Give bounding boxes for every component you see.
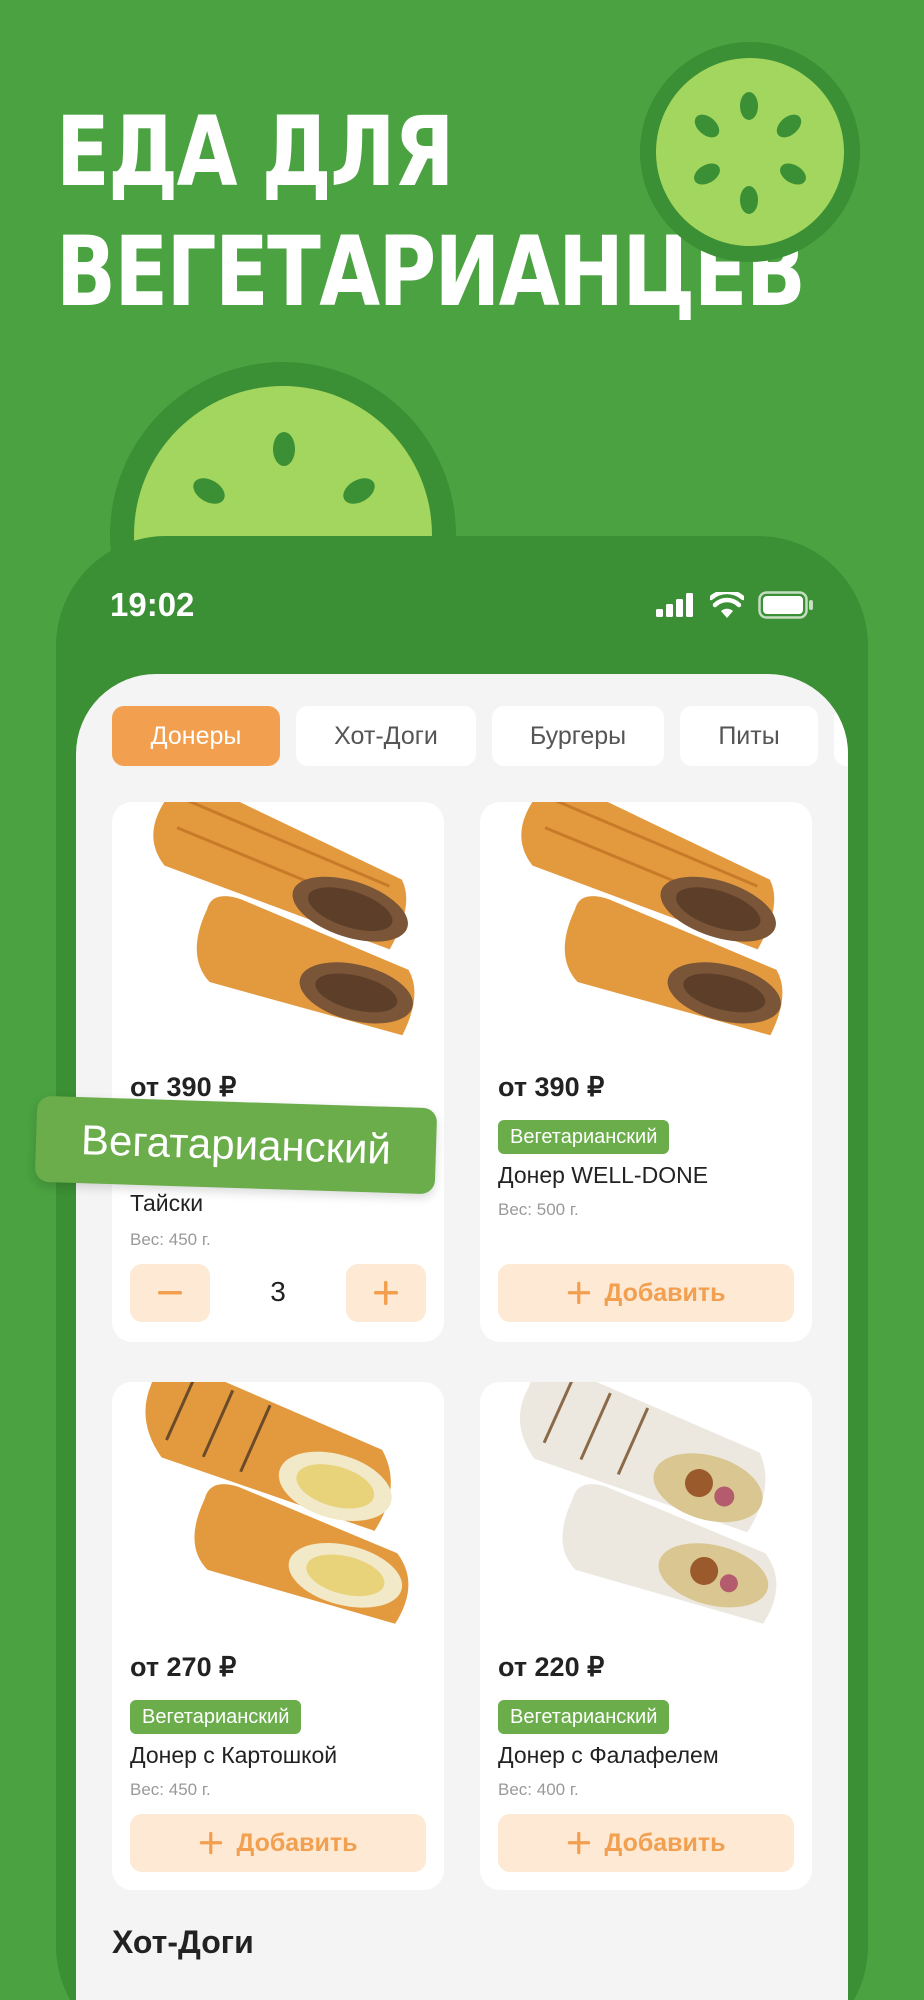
- product-weight: Вес: 450 г.: [130, 1230, 211, 1249]
- product-image: [519, 1382, 777, 1624]
- tab-pitas[interactable]: Питы: [680, 706, 818, 766]
- add-button-label: Добавить: [236, 1828, 358, 1857]
- phone-frame: 19:02 Донеры Хот-Доги Бургеры Питы от 39…: [56, 536, 868, 2000]
- plus-icon: [568, 1281, 591, 1305]
- add-button-label: Добавить: [604, 1278, 726, 1307]
- decrease-button[interactable]: [130, 1264, 210, 1322]
- minus-icon: [158, 1291, 182, 1295]
- add-button[interactable]: Добавить: [498, 1264, 794, 1322]
- product-weight: Вес: 500 г.: [498, 1200, 579, 1219]
- product-card[interactable]: от 390 ₽ Тайски Вес: 450 г. 3: [112, 802, 444, 1342]
- add-button[interactable]: Добавить: [130, 1814, 426, 1872]
- add-button-label: Добавить: [604, 1828, 726, 1857]
- plus-icon: [200, 1831, 223, 1855]
- product-name: Донер с Картошкой: [130, 1742, 338, 1768]
- product-image: [145, 1382, 409, 1624]
- app-screen: Донеры Хот-Доги Бургеры Питы от 390 ₽ Та…: [76, 674, 848, 2000]
- vegetarian-tag: Вегетарианский: [498, 1700, 670, 1734]
- tab-next-partial[interactable]: [834, 706, 848, 766]
- quantity-value: 3: [270, 1276, 286, 1307]
- tab-doners[interactable]: Донеры: [112, 706, 280, 766]
- product-card[interactable]: от 220 ₽ Вегетарианский Донер с Фалафеле…: [480, 1382, 812, 1890]
- vegetarian-floating-badge: Вегатарианский: [34, 1095, 438, 1195]
- product-weight: Вес: 400 г.: [498, 1780, 579, 1799]
- vegetarian-tag: Вегетарианский: [130, 1700, 302, 1734]
- product-name: Донер с Фалафелем: [498, 1742, 719, 1768]
- status-icons: [656, 591, 814, 619]
- category-tabs: Донеры Хот-Доги Бургеры Питы: [112, 706, 848, 766]
- increase-button[interactable]: [346, 1264, 426, 1322]
- product-price: от 220 ₽: [498, 1652, 605, 1682]
- product-image: [153, 802, 415, 1036]
- product-price: от 270 ₽: [130, 1652, 237, 1682]
- tab-burgers[interactable]: Бургеры: [492, 706, 664, 766]
- cucumber-slice-decoration: [640, 42, 860, 262]
- product-name: Донер WELL-DONE: [498, 1162, 709, 1188]
- wifi-icon: [710, 592, 744, 618]
- tab-hot-dogs[interactable]: Хот-Доги: [296, 706, 476, 766]
- product-name: Тайски: [130, 1190, 204, 1216]
- vegetarian-tag: Вегетарианский: [498, 1120, 670, 1154]
- plus-icon: [568, 1831, 591, 1855]
- status-time: 19:02: [110, 586, 195, 623]
- add-button[interactable]: Добавить: [498, 1814, 794, 1872]
- product-image: [521, 802, 783, 1036]
- product-card[interactable]: от 270 ₽ Вегетарианский Донер с Картошко…: [112, 1382, 444, 1890]
- plus-icon: [374, 1281, 398, 1305]
- product-weight: Вес: 450 г.: [130, 1780, 211, 1799]
- signal-icon: [656, 593, 693, 617]
- product-price: от 390 ₽: [498, 1072, 605, 1102]
- section-title-hot-dogs: Хот-Доги: [112, 1924, 254, 1960]
- battery-icon: [758, 591, 813, 619]
- product-card[interactable]: от 390 ₽ Вегетарианский Донер WELL-DONE …: [480, 802, 812, 1342]
